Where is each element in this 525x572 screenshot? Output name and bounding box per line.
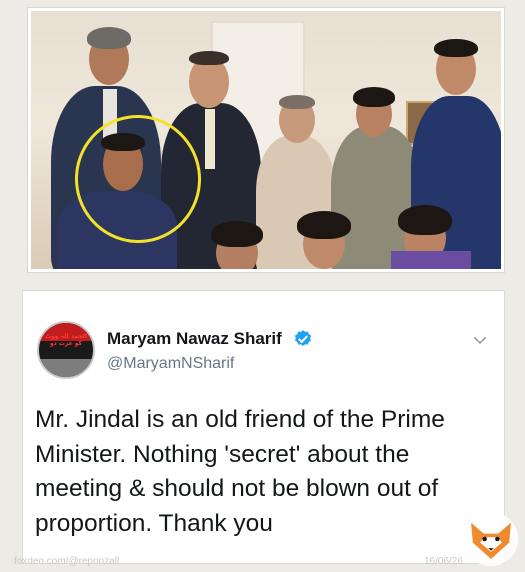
tweet-card: الحمد للہ ووٹ کو عزت دو Maryam Nawaz Sha… bbox=[22, 290, 505, 564]
display-name[interactable]: Maryam Nawaz Sharif bbox=[107, 329, 282, 349]
fox-logo-icon bbox=[463, 511, 519, 567]
photo-frame bbox=[28, 8, 504, 272]
user-handle[interactable]: @MaryamNSharif bbox=[107, 355, 234, 373]
watermark-site: foxdeo.com/@reponzall bbox=[14, 556, 120, 567]
profile-avatar[interactable]: الحمد للہ ووٹ کو عزت دو bbox=[37, 321, 95, 379]
tweet-text: Mr. Jindal is an old friend of the Prime… bbox=[35, 406, 445, 537]
group-photo[interactable] bbox=[31, 11, 501, 269]
verified-badge-icon bbox=[295, 330, 311, 346]
watermark-date: 16/06/26 bbox=[424, 556, 463, 567]
chevron-down-icon[interactable] bbox=[471, 331, 489, 349]
avatar-text: الحمد للہ ووٹ کو عزت دو bbox=[44, 333, 87, 347]
